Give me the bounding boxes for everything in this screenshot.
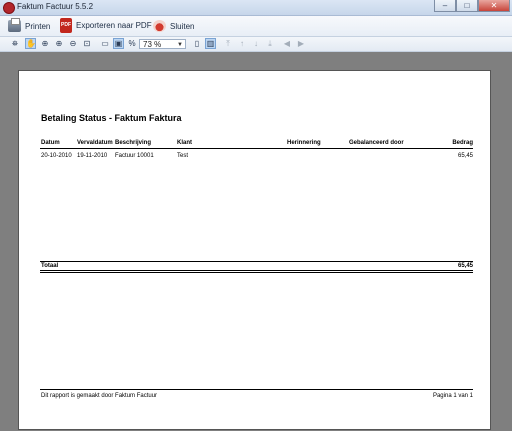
menu-bar: Printen Exporteren naar PDF Sluiten bbox=[0, 16, 512, 37]
report-title: Betaling Status - Faktum Faktura bbox=[41, 113, 182, 123]
column-header-herinnering: Herinnering bbox=[287, 140, 321, 146]
preview-toolbar: ⛯ ✋ ⊕ ⊕ ⊖ ⊡ ▭ ▣ % 73 % ▼ ▯ ▥ ⤒ ↑ ↓ ⤓ ◀ ▶ bbox=[0, 37, 512, 52]
cell-vervaldatum: 19-11-2010 bbox=[77, 153, 108, 159]
total-label: Totaal bbox=[41, 263, 59, 269]
close-label: Sluiten bbox=[170, 21, 195, 31]
close-button[interactable]: Sluiten bbox=[153, 19, 194, 33]
page-number: Pagina 1 van 1 bbox=[432, 393, 473, 399]
footer-note: Dit rapport is gemaakt door Faktum Factu… bbox=[41, 393, 158, 399]
column-header-datum: Datum bbox=[41, 140, 60, 146]
cell-klant: Test bbox=[177, 153, 189, 159]
total-bottom-divider bbox=[40, 270, 473, 271]
next-page-icon[interactable]: ↓ bbox=[251, 39, 261, 49]
total-value: 65,45 bbox=[457, 263, 473, 269]
back-icon[interactable]: ◀ bbox=[282, 39, 292, 49]
print-label: Printen bbox=[25, 21, 51, 31]
single-page-icon[interactable]: ▯ bbox=[192, 39, 202, 49]
last-page-icon[interactable]: ⤓ bbox=[265, 39, 275, 49]
app-logo-icon bbox=[3, 2, 15, 14]
column-header-bedrag: Bedrag bbox=[452, 140, 473, 146]
total-top-divider bbox=[40, 261, 473, 262]
zoom-tool-icon[interactable]: ⊕ bbox=[40, 39, 50, 49]
column-header-klant: Klant bbox=[177, 140, 192, 146]
print-button[interactable]: Printen bbox=[8, 18, 51, 33]
hand-tool-icon[interactable]: ✋ bbox=[25, 38, 36, 49]
footer-divider bbox=[40, 389, 473, 390]
preview-viewport[interactable]: Betaling Status - Faktum Faktura Datum V… bbox=[0, 52, 512, 431]
cell-bedrag: 65,45 bbox=[457, 153, 473, 159]
cell-datum: 20-10-2010 bbox=[41, 153, 72, 159]
report-page: Betaling Status - Faktum Faktura Datum V… bbox=[18, 70, 491, 430]
zoom-fit-icon[interactable]: ⊡ bbox=[82, 39, 92, 49]
zoom-value: 73 % bbox=[143, 40, 162, 49]
chevron-down-icon: ▼ bbox=[177, 42, 183, 48]
column-header-gebalanceerd: Gebalanceerd door bbox=[349, 140, 404, 146]
previous-page-icon[interactable]: ↑ bbox=[237, 39, 247, 49]
title-bar: Faktum Factuur 5.5.2 – □ ✕ bbox=[0, 0, 512, 16]
exit-icon bbox=[153, 20, 166, 32]
maximize-button[interactable]: □ bbox=[456, 0, 478, 12]
zoom-select[interactable]: 73 % ▼ bbox=[139, 39, 186, 49]
whole-page-icon[interactable]: ▣ bbox=[113, 38, 124, 49]
column-header-vervaldatum: Vervaldatum bbox=[77, 140, 113, 146]
total-double-divider bbox=[40, 272, 473, 273]
cell-beschrijving: Factuur 10001 bbox=[115, 153, 154, 159]
pdf-icon bbox=[60, 17, 72, 33]
zoom-percent-icon[interactable]: % bbox=[127, 39, 137, 49]
window-title: Faktum Factuur 5.5.2 bbox=[17, 2, 94, 11]
forward-icon[interactable]: ▶ bbox=[296, 39, 306, 49]
column-header-beschrijving: Beschrijving bbox=[115, 140, 152, 146]
export-pdf-button[interactable]: Exporteren naar PDF bbox=[60, 17, 152, 33]
header-divider bbox=[40, 148, 473, 149]
binoculars-icon[interactable]: ⛯ bbox=[10, 39, 20, 49]
export-pdf-label: Exporteren naar PDF bbox=[76, 20, 152, 30]
zoom-out-icon[interactable]: ⊖ bbox=[68, 39, 78, 49]
close-window-button[interactable]: ✕ bbox=[478, 0, 510, 12]
minimize-button[interactable]: – bbox=[434, 0, 456, 12]
printer-icon bbox=[8, 18, 21, 32]
page-width-icon[interactable]: ▭ bbox=[100, 39, 110, 49]
window-controls: – □ ✕ bbox=[434, 0, 510, 13]
first-page-icon[interactable]: ⤒ bbox=[223, 39, 233, 49]
continuous-page-icon[interactable]: ▥ bbox=[205, 38, 216, 49]
zoom-in-icon[interactable]: ⊕ bbox=[54, 39, 64, 49]
